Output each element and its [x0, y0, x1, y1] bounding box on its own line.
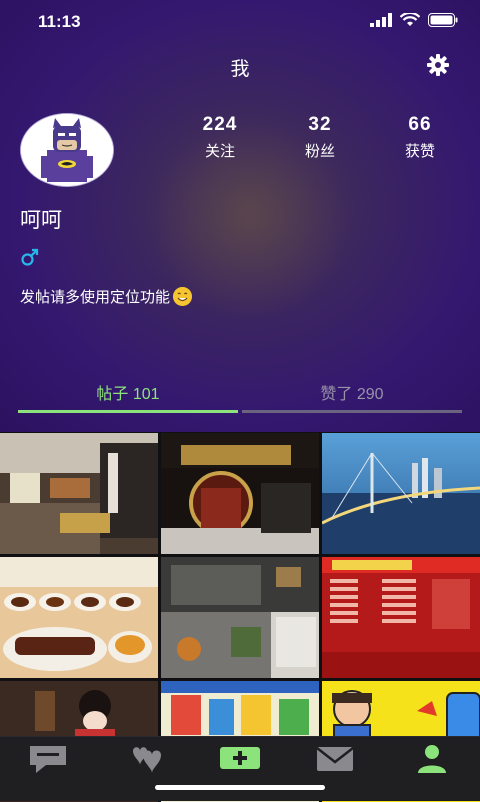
page-title: 我 — [230, 59, 250, 80]
followers-count: 32 — [308, 114, 332, 135]
post-thumbnail[interactable] — [0, 557, 158, 678]
posts-grid — [0, 433, 480, 802]
battery-icon — [428, 13, 458, 27]
stat-followers[interactable]: 32 粉丝 — [270, 114, 370, 161]
post-thumbnail[interactable] — [322, 433, 480, 554]
tab-posts[interactable]: 帖子 101 — [18, 380, 238, 413]
stat-likes[interactable]: 66 获赞 — [370, 114, 470, 161]
post-thumbnail[interactable] — [161, 557, 319, 678]
gear-icon[interactable] — [426, 53, 450, 77]
likes-label: 获赞 — [404, 143, 435, 160]
male-icon — [21, 248, 39, 266]
mail-icon[interactable] — [315, 743, 355, 775]
avatar[interactable] — [20, 113, 114, 187]
following-label: 关注 — [204, 143, 235, 160]
status-bar: 11:13 — [0, 0, 480, 44]
batman-avatar-image — [21, 114, 113, 186]
tab-liked[interactable]: 赞了 290 — [242, 380, 462, 413]
tab-liked-label: 赞了 290 — [320, 386, 384, 403]
bottom-tab-bar — [0, 736, 480, 801]
tab-posts-label: 帖子 101 — [96, 386, 160, 403]
followers-label: 粉丝 — [304, 143, 335, 160]
profile-icon[interactable] — [412, 743, 452, 775]
tab-posts-indicator — [18, 410, 238, 413]
wifi-icon — [400, 13, 420, 26]
profile-tabs: 帖子 101 赞了 290 — [18, 380, 462, 414]
following-count: 224 — [202, 114, 238, 135]
post-thumbnail[interactable] — [0, 433, 158, 554]
add-icon[interactable] — [220, 743, 260, 775]
profile-name: 呵呵 — [20, 209, 62, 232]
bio-text: 发帖请多使用定位功能 — [20, 289, 171, 306]
post-thumbnail[interactable] — [322, 557, 480, 678]
stat-following[interactable]: 224 关注 — [170, 114, 270, 161]
navigation-bar: 我 — [0, 48, 480, 84]
chat-icon[interactable] — [28, 743, 68, 775]
status-time: 11:13 — [38, 12, 81, 31]
post-thumbnail[interactable] — [161, 433, 319, 554]
smiley-icon — [173, 287, 193, 306]
likes-count: 66 — [408, 114, 432, 135]
profile-stats: 224 关注 32 粉丝 66 获赞 — [170, 114, 470, 161]
home-indicator — [155, 785, 325, 790]
signal-icon — [370, 13, 392, 27]
tab-liked-indicator — [242, 410, 462, 413]
profile-bio: 发帖请多使用定位功能 — [20, 286, 193, 307]
hearts-icon[interactable] — [125, 743, 165, 775]
